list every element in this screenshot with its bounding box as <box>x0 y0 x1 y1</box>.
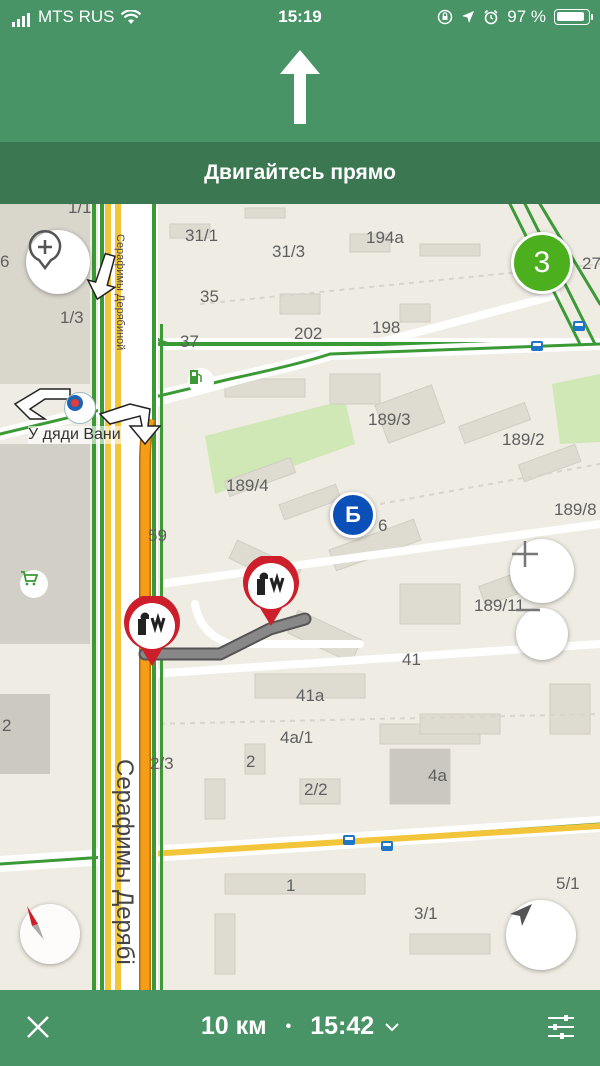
gas-station-icon[interactable] <box>188 368 214 394</box>
bus-icon <box>343 835 355 845</box>
alarm-icon <box>484 9 498 25</box>
orientation-lock-icon <box>438 9 453 25</box>
navigation-arrow-icon <box>510 904 532 926</box>
compass-button[interactable] <box>20 904 80 964</box>
house-label: 189/4 <box>226 476 269 495</box>
separator-dot: • <box>285 1018 292 1036</box>
house-label: 1/1 <box>68 204 92 217</box>
speed-camera-icon[interactable] <box>121 596 183 668</box>
speed-camera-icon[interactable] <box>240 556 302 628</box>
plus-icon <box>512 541 538 567</box>
minus-icon <box>516 608 540 612</box>
map-view[interactable]: Серафимы Дерябі Серафимы Дерябиной 1/1 3… <box>0 204 600 990</box>
house-label: 6 <box>378 516 388 535</box>
bus-icon <box>381 841 393 851</box>
house-label: 4а/1 <box>280 728 314 747</box>
house-label: 2/2 <box>304 780 328 799</box>
arrival-time: 15:42 <box>310 1012 375 1040</box>
house-label: 59 <box>148 526 167 545</box>
house-label: 189/8 <box>554 500 597 519</box>
straight-arrow-icon <box>280 50 320 124</box>
house-label: 198 <box>372 318 401 337</box>
battery-percent: 97 % <box>507 7 546 26</box>
house-label: 189/3 <box>368 410 411 429</box>
house-label: 2/3 <box>150 754 174 773</box>
bus-icon <box>573 321 585 331</box>
compass-icon <box>27 906 44 940</box>
house-label: 1 <box>286 876 296 895</box>
house-label: 41 <box>402 650 421 669</box>
house-label: 3/1 <box>414 904 438 923</box>
house-label: 189/2 <box>502 430 545 449</box>
zoom-in-button[interactable] <box>510 539 574 603</box>
house-label: 27 <box>582 254 600 273</box>
lane-count-badge[interactable]: 3 <box>511 232 573 294</box>
remaining-distance: 10 км <box>200 1012 267 1040</box>
house-label: 31/3 <box>272 242 306 261</box>
house-label: 37 <box>180 332 199 351</box>
status-bar: MTS RUS 15:19 97 % <box>0 0 600 34</box>
bus-stop-badge[interactable]: Б <box>330 492 376 538</box>
house-label: 5/1 <box>556 874 580 893</box>
house-label: 2 <box>246 752 256 771</box>
sliders-icon[interactable] <box>546 1012 576 1042</box>
route-summary[interactable]: 10 км • 15:42 <box>0 1012 600 1041</box>
house-label: 1/3 <box>60 308 84 327</box>
street-label-small: Серафимы Дерябиной <box>114 234 126 351</box>
zoom-out-button[interactable] <box>516 608 568 660</box>
location-arrow-icon <box>462 11 475 23</box>
add-place-button[interactable] <box>26 230 90 294</box>
house-label: 31/1 <box>185 226 219 245</box>
bus-icon <box>531 341 543 351</box>
shop-cart-icon[interactable] <box>20 570 48 598</box>
house-label: 202 <box>294 324 323 343</box>
house-label: 4а <box>428 766 447 785</box>
house-label: 189/11 <box>474 596 525 615</box>
battery-icon <box>554 9 593 25</box>
route-summary-bar: 10 км • 15:42 <box>0 990 600 1066</box>
chevron-down-icon <box>385 1023 399 1032</box>
my-location-button[interactable] <box>506 900 576 970</box>
house-label: 2 <box>2 716 12 735</box>
house-label: 6 <box>0 252 10 271</box>
house-label: 194а <box>366 228 404 247</box>
maneuver-instruction: Двигайтесь прямо <box>0 142 600 204</box>
maneuver-panel <box>0 34 600 142</box>
tire-service-icon[interactable] <box>64 392 96 424</box>
house-label: 35 <box>200 287 219 306</box>
poi-label[interactable]: У дяди Вани <box>28 426 121 444</box>
street-label-main: Серафимы Дерябі <box>111 759 138 965</box>
house-label: 41а <box>296 686 325 705</box>
add-place-icon <box>28 230 62 270</box>
